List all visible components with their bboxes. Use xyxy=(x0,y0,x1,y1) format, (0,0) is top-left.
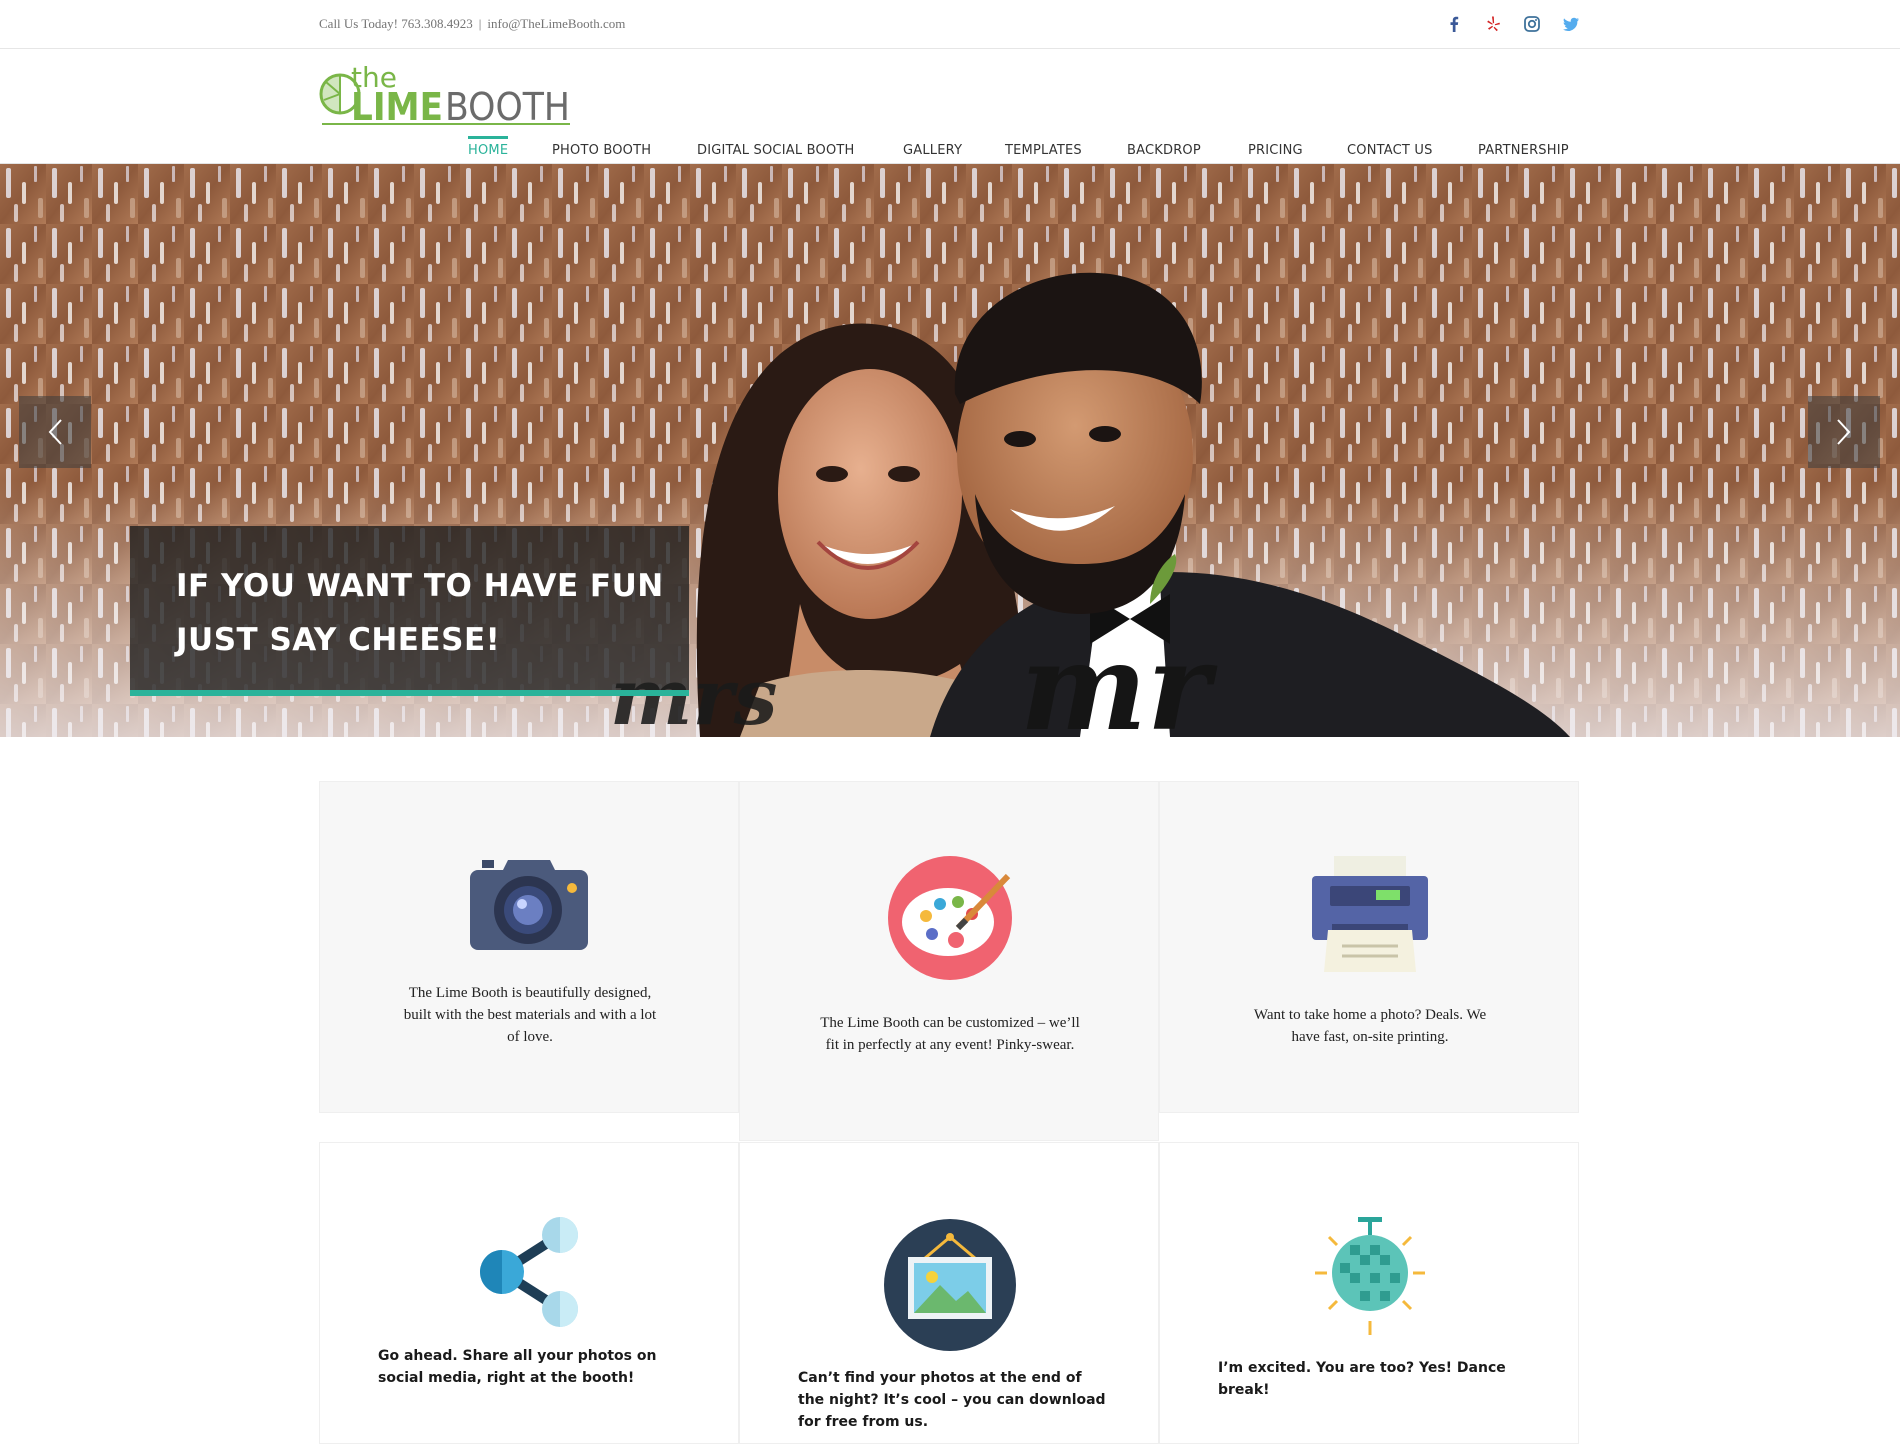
feature-card-customize: The Lime Booth can be customized – we’ll… xyxy=(739,781,1159,1141)
share-icon xyxy=(480,1217,578,1327)
logo-word-lime: LIME xyxy=(351,85,443,129)
twitter-icon[interactable] xyxy=(1560,13,1582,35)
chevron-left-icon xyxy=(48,419,62,445)
feature-text-dance: I’m excited. You are too? Yes! Dance bre… xyxy=(1218,1360,1506,1398)
top-utility-bar: Call Us Today! 763.308.4923 | info@TheLime… xyxy=(0,0,1900,49)
printer-icon xyxy=(1312,856,1428,972)
contact-info: Call Us Today! 763.308.4923 | info@TheLime… xyxy=(319,16,625,32)
facebook-icon[interactable] xyxy=(1443,13,1465,35)
phone-text[interactable]: Call Us Today! 763.308.4923 xyxy=(319,16,473,31)
nav-item-partnership[interactable]: PARTNERSHIP xyxy=(1478,143,1569,158)
feature-text-share: Go ahead. Share all your photos on socia… xyxy=(378,1348,657,1386)
lime-booth-logo[interactable]: the LIME BOOTH xyxy=(318,60,573,132)
hero-caption-line-1: IF YOU WANT TO HAVE FUN xyxy=(176,568,664,604)
nav-item-templates[interactable]: TEMPLATES xyxy=(1005,143,1082,158)
prop-sign-mr: mr xyxy=(1020,617,1218,737)
hero-slider: mrs mr IF YOU WANT TO HAVE FUN JUST SAY … xyxy=(0,164,1900,737)
camera-icon xyxy=(470,860,588,950)
disco-ball-icon xyxy=(1315,1217,1425,1335)
logo-word-booth: BOOTH xyxy=(445,85,570,129)
slider-next-button[interactable] xyxy=(1808,396,1880,468)
nav-item-digital-social-booth[interactable]: DIGITAL SOCIAL BOOTH xyxy=(697,143,855,158)
hero-caption: IF YOU WANT TO HAVE FUN JUST SAY CHEESE! xyxy=(130,526,689,696)
nav-item-pricing[interactable]: PRICING xyxy=(1248,143,1303,158)
nav-item-contact-us[interactable]: CONTACT US xyxy=(1347,143,1433,158)
feature-card-dance: I’m excited. You are too? Yes! Dance bre… xyxy=(1159,1142,1579,1444)
picture-frame-icon xyxy=(884,1219,1016,1351)
feature-card-printing: Want to take home a photo? Deals. We hav… xyxy=(1159,781,1579,1113)
main-navigation: HOME PHOTO BOOTH DIGITAL SOCIAL BOOTH GA… xyxy=(0,136,1900,164)
feature-card-share: Go ahead. Share all your photos on socia… xyxy=(319,1142,739,1444)
feature-text-customize: The Lime Booth can be customized – we’ll… xyxy=(820,1015,1080,1053)
yelp-icon[interactable] xyxy=(1482,13,1504,35)
feature-card-download: Can’t find your photos at the end of the… xyxy=(739,1142,1159,1444)
paint-palette-icon xyxy=(888,856,1012,980)
nav-item-home[interactable]: HOME xyxy=(468,136,509,158)
nav-item-photo-booth[interactable]: PHOTO BOOTH xyxy=(552,143,651,158)
nav-item-gallery[interactable]: GALLERY xyxy=(903,143,962,158)
hero-caption-line-2: JUST SAY CHEESE! xyxy=(176,622,501,658)
feature-text-design: The Lime Booth is beautifully designed, … xyxy=(403,985,657,1045)
nav-item-backdrop[interactable]: BACKDROP xyxy=(1127,143,1201,158)
feature-text-printing: Want to take home a photo? Deals. We hav… xyxy=(1253,1007,1487,1045)
email-link[interactable]: info@TheLimeBooth.com xyxy=(487,16,625,31)
chevron-right-icon xyxy=(1837,419,1851,445)
slider-prev-button[interactable] xyxy=(19,396,91,468)
feature-card-design: The Lime Booth is beautifully designed, … xyxy=(319,781,739,1113)
instagram-icon[interactable] xyxy=(1521,13,1543,35)
contact-separator: | xyxy=(478,16,482,31)
feature-text-download: Can’t find your photos at the end of the… xyxy=(798,1370,1106,1430)
